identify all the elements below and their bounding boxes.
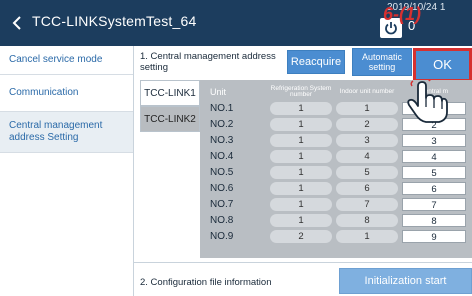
refrigeration-number: 1 — [270, 101, 332, 115]
divider — [134, 262, 472, 263]
ok-button[interactable]: OK — [413, 48, 472, 82]
initialization-start-button[interactable]: Initialization start — [339, 268, 472, 294]
unit-cell: NO.9 — [210, 230, 234, 242]
table-row: NO.3 1 3 3 — [206, 132, 468, 148]
central-address-field[interactable]: 5 — [402, 165, 466, 179]
tab-tcc-link1[interactable]: TCC-LINK1 — [140, 80, 200, 106]
indoor-number: 4 — [336, 149, 398, 163]
indoor-number: 7 — [336, 197, 398, 211]
unit-cell: NO.7 — [210, 198, 234, 210]
central-address-field[interactable]: 7 — [402, 197, 466, 211]
tab-tcc-link2[interactable]: TCC-LINK2 — [140, 106, 200, 132]
column-header-indoor: Indoor unit number — [339, 87, 395, 95]
refrigeration-number: 1 — [270, 213, 332, 227]
indoor-number: 1 — [336, 229, 398, 243]
section-title-config: 2. Configuration file information — [140, 277, 272, 288]
table-row: NO.8 1 8 8 — [206, 212, 468, 228]
indoor-number: 6 — [336, 181, 398, 195]
table-row: NO.5 1 5 5 — [206, 164, 468, 180]
sidebar: Cancel service mode Communication Centra… — [0, 46, 134, 296]
section-title: 1. Central management address setting — [140, 51, 276, 73]
refrigeration-number: 1 — [270, 181, 332, 195]
column-header-unit: Unit — [210, 86, 227, 97]
refrigeration-number: 1 — [270, 197, 332, 211]
screen: TCC-LINKSystemTest_64 2019/10/24 1 0 Can… — [0, 0, 472, 296]
unit-cell: NO.3 — [210, 134, 234, 146]
indoor-number: 1 — [336, 101, 398, 115]
central-address-field[interactable]: 9 — [402, 229, 466, 243]
table-row: NO.4 1 4 4 — [206, 148, 468, 164]
unit-cell: NO.2 — [210, 118, 234, 130]
central-address-field[interactable]: 6 — [402, 181, 466, 195]
unit-cell: NO.4 — [210, 150, 234, 162]
central-address-field[interactable]: 3 — [402, 133, 466, 147]
unit-cell: NO.6 — [210, 182, 234, 194]
table-row: NO.6 1 6 6 — [206, 180, 468, 196]
step-annotation: 6-(1) — [383, 4, 422, 24]
tab-list: TCC-LINK1 TCC-LINK2 — [140, 80, 200, 132]
unit-cell: NO.5 — [210, 166, 234, 178]
table-row: NO.7 1 7 7 — [206, 196, 468, 212]
automatic-setting-button[interactable]: Automatic setting — [352, 48, 412, 76]
page-title: TCC-LINKSystemTest_64 — [32, 13, 197, 29]
chevron-left-icon[interactable] — [6, 12, 28, 34]
refrigeration-number: 1 — [270, 117, 332, 131]
refrigeration-number: 1 — [270, 133, 332, 147]
sidebar-item-cancel-service-mode[interactable]: Cancel service mode — [0, 46, 133, 75]
indoor-number: 3 — [336, 133, 398, 147]
central-address-field[interactable]: 4 — [402, 149, 466, 163]
pointer-hand-icon — [407, 80, 448, 123]
sidebar-item-communication[interactable]: Communication — [0, 75, 133, 112]
sidebar-item-central-address-setting[interactable]: Central management address Setting — [0, 112, 133, 153]
unit-cell: NO.1 — [210, 102, 234, 114]
unit-cell: NO.8 — [210, 214, 234, 226]
indoor-number: 8 — [336, 213, 398, 227]
table-row: NO.9 2 1 9 — [206, 228, 468, 244]
indoor-number: 5 — [336, 165, 398, 179]
indoor-number: 2 — [336, 117, 398, 131]
column-header-refrigeration: Refrigeration System number — [270, 84, 332, 98]
refrigeration-number: 1 — [270, 149, 332, 163]
refrigeration-number: 2 — [270, 229, 332, 243]
central-address-field[interactable]: 8 — [402, 213, 466, 227]
reacquire-button[interactable]: Reacquire — [287, 50, 345, 74]
refrigeration-number: 1 — [270, 165, 332, 179]
